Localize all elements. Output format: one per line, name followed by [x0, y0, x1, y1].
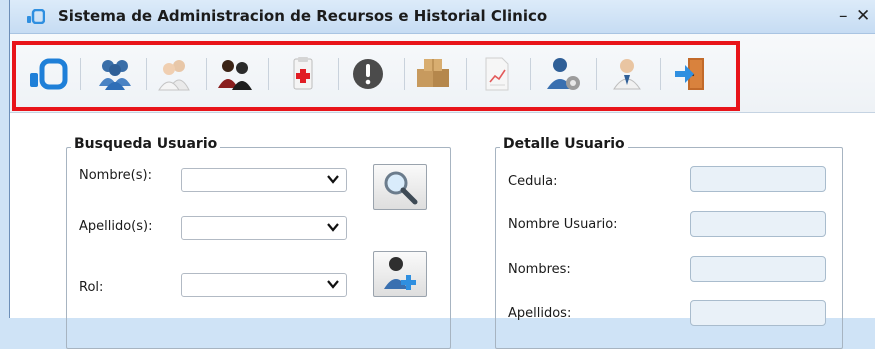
- nombres-label: Nombres:: [508, 262, 571, 277]
- nombre-select[interactable]: [181, 168, 347, 192]
- apellido-select[interactable]: [181, 216, 347, 240]
- search-button[interactable]: [373, 164, 427, 210]
- nombre-usuario-field[interactable]: [690, 211, 826, 237]
- close-button[interactable]: ✕: [856, 6, 870, 26]
- chevron-down-icon: [327, 223, 339, 232]
- rol-label: Rol:: [79, 280, 104, 295]
- add-user-icon: [384, 257, 416, 290]
- nombres-field[interactable]: [690, 256, 826, 282]
- cedula-label: Cedula:: [508, 174, 558, 189]
- app-icon: [27, 9, 45, 24]
- apellidos-field[interactable]: [690, 300, 826, 326]
- chevron-down-icon: [327, 175, 339, 184]
- chevron-down-icon: [327, 280, 339, 289]
- nombre-label: Nombre(s):: [79, 168, 152, 183]
- title-bar: Sistema de Administracion de Recursos e …: [10, 0, 875, 34]
- search-user-legend: Busqueda Usuario: [71, 136, 221, 152]
- minimize-button[interactable]: –: [839, 6, 848, 26]
- rol-select[interactable]: [181, 273, 347, 297]
- nombre-usuario-label: Nombre Usuario:: [508, 217, 618, 232]
- add-user-button[interactable]: [373, 251, 427, 297]
- apellido-label: Apellido(s):: [79, 219, 153, 234]
- cedula-field[interactable]: [690, 166, 826, 192]
- user-detail-legend: Detalle Usuario: [500, 136, 628, 152]
- window-title: Sistema de Administracion de Recursos e …: [58, 7, 548, 25]
- apellidos-label: Apellidos:: [508, 306, 572, 321]
- magnifier-icon: [384, 171, 418, 205]
- toolbar-highlight-box: [12, 41, 740, 111]
